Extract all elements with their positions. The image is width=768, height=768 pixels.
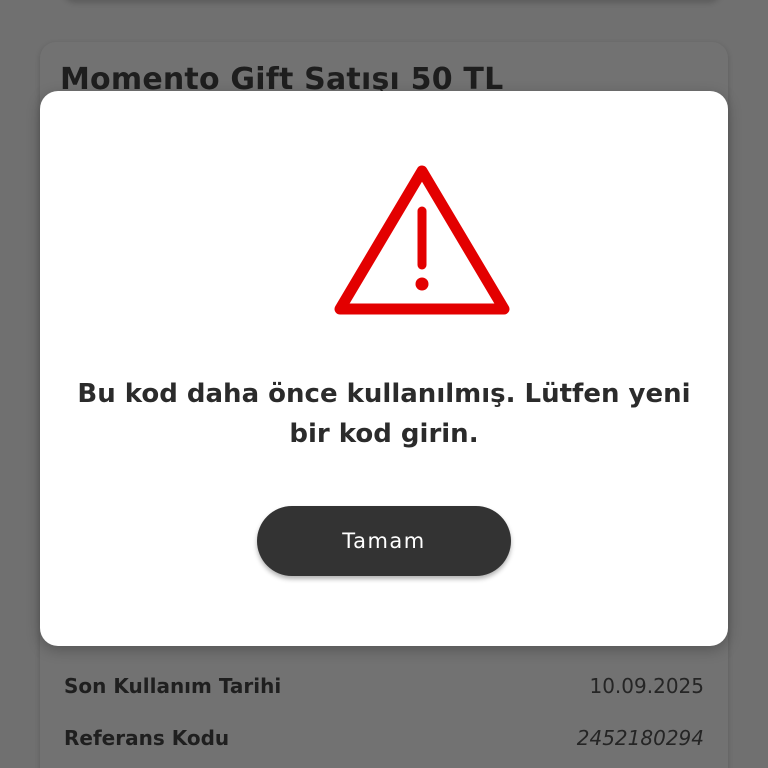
expiry-date-label: Son Kullanım Tarihi bbox=[64, 674, 282, 698]
error-message: Bu kod daha önce kullanılmış. Lütfen yen… bbox=[77, 379, 691, 449]
reference-code-row: Referans Kodu 2452180294 bbox=[64, 726, 704, 750]
reference-code-value: 2452180294 bbox=[576, 726, 704, 750]
screen: Momento Gift Satışı 50 TL Son Kullanım T… bbox=[0, 0, 768, 768]
reference-code-label: Referans Kodu bbox=[64, 726, 230, 750]
error-dialog: Bu kod daha önce kullanılmış. Lütfen yen… bbox=[40, 91, 728, 646]
expiry-date-value: 10.09.2025 bbox=[589, 674, 704, 698]
warning-triangle-icon bbox=[334, 165, 510, 315]
ok-button[interactable]: Tamam bbox=[257, 506, 511, 576]
expiry-date-row: Son Kullanım Tarihi 10.09.2025 bbox=[64, 674, 704, 698]
